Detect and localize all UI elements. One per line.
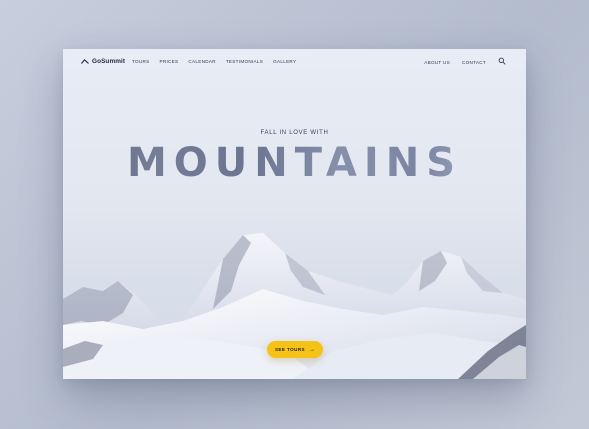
nav-secondary: ABOUT US CONTACT xyxy=(424,57,506,65)
nav-link-about-us[interactable]: ABOUT US xyxy=(424,60,450,65)
nav-link-testimonials[interactable]: TESTIMONIALS xyxy=(226,59,263,64)
search-icon[interactable] xyxy=(498,57,506,65)
brand-name: GoSummit xyxy=(92,58,126,65)
hero-card: GoSummit TOURS PRICES CALENDAR TESTIMONI… xyxy=(63,49,526,379)
nav-primary: TOURS PRICES CALENDAR TESTIMONIALS GALLE… xyxy=(132,59,296,64)
nav-link-prices[interactable]: PRICES xyxy=(160,59,179,64)
nav-link-calendar[interactable]: CALENDAR xyxy=(188,59,215,64)
see-tours-label: SEE TOURS xyxy=(274,347,306,352)
see-tours-button[interactable]: SEE TOURS → xyxy=(267,341,323,358)
nav-link-tours[interactable]: TOURS xyxy=(132,59,150,64)
brand-logo[interactable]: GoSummit xyxy=(81,58,125,65)
peak-icon xyxy=(81,59,89,64)
hero-eyebrow: FALL IN LOVE WITH xyxy=(260,130,329,136)
top-nav: GoSummit TOURS PRICES CALENDAR TESTIMONI… xyxy=(63,49,526,75)
hero-title: MOUNTAINS xyxy=(63,141,526,185)
nav-link-gallery[interactable]: GALLERY xyxy=(273,59,296,64)
nav-link-contact[interactable]: CONTACT xyxy=(462,60,486,65)
arrow-right-icon: → xyxy=(309,346,316,353)
